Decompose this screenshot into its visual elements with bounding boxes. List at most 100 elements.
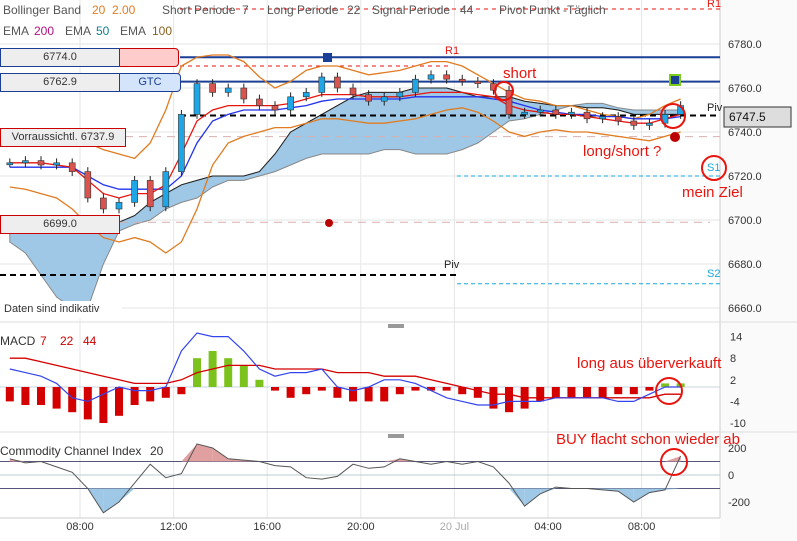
bb-period: 20 — [92, 3, 106, 17]
candle-body — [178, 114, 185, 172]
macd-histogram-bar — [239, 365, 248, 387]
candle-body — [53, 162, 60, 166]
time-tick-label: 12:00 — [160, 521, 188, 533]
time-tick-label: 08:00 — [628, 521, 656, 533]
macd-tick-label: -10 — [730, 418, 746, 430]
stop-order-cancel[interactable] — [119, 48, 179, 67]
macd-histogram-bar — [442, 387, 451, 391]
annotation-short: short — [503, 65, 537, 82]
macd-histogram-bar — [21, 387, 30, 405]
price-tick-label: 6780.0 — [728, 39, 762, 51]
time-tick-label: 16:00 — [253, 521, 281, 533]
candle-body — [100, 197, 107, 210]
cci-oversold-area — [103, 488, 120, 513]
ema3-val: 100 — [152, 24, 172, 38]
candle-body — [209, 83, 216, 93]
macd-histogram-bar — [317, 387, 326, 391]
candle-body — [365, 94, 372, 102]
macd-histogram-bar — [411, 387, 420, 391]
macd-p2: 22 — [60, 334, 74, 348]
macd-histogram-bar — [146, 387, 155, 402]
price-tick-label: 6700.0 — [728, 215, 762, 227]
macd-histogram-bar — [629, 387, 638, 395]
macd-label: MACD — [0, 334, 36, 348]
candle-body — [287, 96, 294, 111]
cci-overbought-area — [197, 443, 213, 462]
resize-handle[interactable] — [388, 324, 404, 328]
limit-marker[interactable] — [669, 74, 681, 86]
limit-order-price[interactable]: 6762.9 — [0, 73, 120, 92]
macd-histogram-bar — [5, 387, 14, 402]
limit-order-type[interactable]: GTC — [119, 73, 181, 92]
candle-body — [318, 76, 326, 93]
expected-price-box: Vorraussichtl. 6737.9 — [0, 128, 126, 147]
ema1-val: 200 — [34, 24, 54, 38]
time-tick-label: 04:00 — [534, 521, 562, 533]
cci-oversold-area — [524, 488, 541, 507]
current-price: 6747.5 — [729, 110, 766, 124]
candle-body — [84, 171, 92, 199]
candle-body — [630, 120, 638, 126]
macd-histogram-bar — [271, 387, 280, 391]
macd-tick-label: 8 — [730, 353, 736, 365]
disclaimer: Daten sind indikativ — [0, 301, 122, 318]
macd-p1: 7 — [40, 334, 47, 348]
expected-marker[interactable] — [670, 132, 680, 142]
macd-histogram-bar — [364, 387, 373, 402]
macd-histogram-bar — [224, 358, 233, 387]
candle-body — [380, 96, 388, 102]
macd-histogram-bar — [551, 387, 560, 398]
price-tick-label: 6680.0 — [728, 259, 762, 271]
macd-panel — [0, 332, 720, 423]
stop-order-price[interactable]: 6774.0 — [0, 48, 120, 67]
s2-label: S2 — [707, 268, 720, 280]
macd-histogram-bar — [333, 387, 342, 398]
candle-body — [6, 162, 14, 166]
ema2-label: EMA — [65, 24, 91, 38]
time-tick-label: 20:00 — [347, 521, 375, 533]
candle-body — [224, 87, 232, 93]
time-tick-label: 08:00 — [66, 521, 94, 533]
ema3-label: EMA — [120, 24, 146, 38]
candle-body — [22, 160, 29, 164]
cci-tick-label: 0 — [728, 470, 734, 482]
candle-body — [458, 78, 466, 82]
macd-p3: 44 — [83, 334, 97, 348]
annotation-cci: BUY flacht schon wieder ab — [556, 431, 740, 448]
s1-label: S1 — [707, 162, 720, 174]
macd-histogram-bar — [68, 387, 77, 413]
ema1-label: EMA — [3, 24, 29, 38]
macd-histogram-bar — [614, 387, 623, 395]
cci-tick-label: -200 — [728, 497, 750, 509]
candle-body — [443, 74, 450, 80]
macd-histogram-bar — [286, 387, 295, 398]
candle-body — [427, 74, 435, 80]
macd-histogram-bar — [473, 387, 482, 398]
candle-body — [193, 83, 201, 115]
r1-label: R1 — [445, 45, 459, 57]
candle-body — [552, 109, 560, 115]
signal-val: 44 — [460, 3, 474, 17]
price-tick-label: 6660.0 — [728, 303, 762, 315]
annotation-target: mein Ziel — [682, 184, 743, 201]
candle-body — [646, 122, 653, 126]
resize-handle[interactable] — [388, 434, 404, 438]
long-label: Long Periode — [267, 3, 339, 17]
candle-body — [474, 81, 482, 84]
long-val: 22 — [347, 3, 361, 17]
cci-oversold-area — [119, 488, 135, 502]
stop-marker[interactable] — [323, 53, 332, 62]
candle-body — [505, 89, 513, 115]
macd-histogram-bar — [567, 387, 576, 398]
candle-body — [568, 111, 575, 115]
short-val: 7 — [242, 3, 249, 17]
low-marker[interactable] — [325, 219, 333, 227]
candle-body — [536, 109, 544, 113]
macd-histogram-bar — [83, 387, 92, 420]
candle-body — [146, 180, 154, 208]
cci-label: Commodity Channel Index — [0, 444, 141, 458]
candle-body — [256, 98, 263, 106]
macd-histogram-bar — [177, 387, 186, 395]
macd-histogram-bar — [598, 387, 607, 398]
macd-histogram-bar — [536, 387, 545, 402]
